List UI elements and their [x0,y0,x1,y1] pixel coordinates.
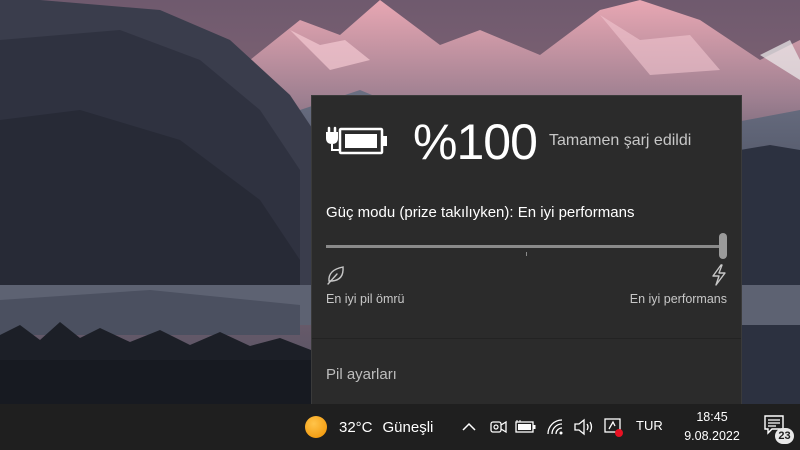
battery-status-text: Tamamen şarj edildi [549,132,692,149]
system-clock[interactable]: 18:45 9.08.2022 [678,409,746,445]
taskbar: 32°C Güneşli TUR 18:45 9.08.2022 23 [0,404,800,450]
sun-icon [305,416,327,438]
leaf-icon [325,264,347,286]
slider-tick [526,252,527,256]
power-mode-label: Güç modu (prize takılıyken): En iyi perf… [326,204,635,221]
weather-widget[interactable]: 32°C Güneşli [301,404,433,450]
power-mode-slider[interactable] [326,233,731,261]
network-alert-icon[interactable] [603,416,625,438]
notification-center-button[interactable]: 23 [763,414,794,444]
divider [312,338,741,339]
slider-track[interactable] [326,245,724,248]
clock-date: 9.08.2022 [684,429,740,443]
slider-thumb[interactable] [719,233,727,259]
volume-icon[interactable] [573,416,595,438]
meet-now-icon[interactable] [487,416,509,438]
clock-time: 18:45 [696,410,728,424]
battery-icon[interactable] [515,416,537,438]
notification-count-badge: 23 [775,428,794,444]
best-performance-label: En iyi performans [629,292,727,306]
weather-temperature: 32°C [339,418,373,436]
best-battery-life-label: En iyi pil ömrü [326,292,405,306]
battery-settings-link[interactable]: Pil ayarları [326,366,397,383]
lightning-bolt-icon [709,264,729,286]
battery-charging-icon [325,120,389,160]
chevron-up-icon[interactable] [458,416,480,438]
battery-percentage: %100 [413,114,538,170]
weather-description: Güneşli [382,418,434,436]
wifi-icon[interactable] [545,416,567,438]
battery-flyout: %100 Tamamen şarj edildi Güç modu (prize… [311,95,742,404]
input-language-indicator[interactable]: TUR [636,418,663,433]
